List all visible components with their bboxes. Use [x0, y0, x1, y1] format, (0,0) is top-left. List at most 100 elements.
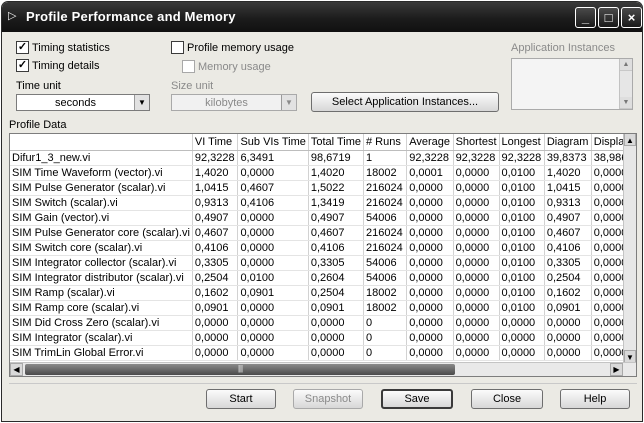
table-cell: 0,0000	[544, 345, 592, 361]
scroll-down-icon[interactable]: ▼	[620, 97, 632, 109]
title-bar[interactable]: ▷ Profile Performance and Memory _ □ ×	[2, 2, 642, 32]
vertical-scrollbar[interactable]: ▲ ▼	[623, 134, 636, 363]
column-header-diagram[interactable]: Diagram	[544, 134, 592, 151]
table-cell: 98,6719	[308, 150, 365, 166]
table-row[interactable]: SIM Time Waveform (vector).vi 1,4020 0,000…	[10, 165, 636, 181]
chevron-down-icon: ▼	[281, 95, 296, 110]
table-cell: 0,4907	[544, 210, 592, 226]
table-cell: 0,0000	[453, 285, 500, 301]
time-unit-value: seconds	[55, 96, 96, 109]
scroll-up-icon[interactable]: ▲	[620, 59, 632, 71]
table-cell: 0,0100	[499, 285, 545, 301]
window-icon: ▷	[8, 10, 17, 22]
size-unit-select[interactable]: kilobytes ▼	[171, 94, 297, 111]
table-cell: 1	[363, 150, 408, 166]
window-title: Profile Performance and Memory	[26, 9, 236, 24]
table-cell: 54006	[363, 270, 408, 286]
table-cell: 0,0000	[406, 285, 454, 301]
table-cell: 0,0100	[499, 165, 545, 181]
table-row[interactable]: SIM Ramp core (scalar).vi 0,0901 0,0000 0,0…	[10, 300, 636, 316]
table-cell: 0,0000	[453, 225, 500, 241]
table-cell: 0,2504	[308, 285, 365, 301]
table-row[interactable]: SIM TrimLin Global Error.vi 0,0000 0,0000 0…	[10, 345, 636, 361]
column-header-vi-time[interactable]: VI Time	[192, 134, 239, 151]
table-cell: 92,3228	[499, 150, 545, 166]
table-cell: 1,5022	[308, 180, 365, 196]
table-cell: 0,0000	[406, 180, 454, 196]
column-header-sub-vis-time[interactable]: Sub VIs Time	[237, 134, 309, 151]
application-instances-list[interactable]: ▲ ▼	[511, 58, 633, 110]
vi-name-cell: SIM Did Cross Zero (scalar).vi	[10, 315, 193, 331]
help-button[interactable]: Help	[560, 389, 630, 409]
vi-name-cell: SIM Integrator (scalar).vi	[10, 330, 193, 346]
column-header-average[interactable]: Average	[406, 134, 454, 151]
scrollbar-thumb[interactable]: ||||	[25, 364, 455, 375]
profile-memory-usage-label: Profile memory usage	[187, 41, 294, 54]
table-cell: 0,0000	[237, 315, 309, 331]
maximize-button[interactable]: □	[598, 7, 619, 28]
table-cell: 0,0000	[308, 330, 365, 346]
table-cell: 0,0000	[406, 195, 454, 211]
table-cell: 0,0000	[406, 330, 454, 346]
profile-memory-usage-checkbox[interactable]: Profile memory usage	[171, 41, 294, 54]
table-cell: 54006	[363, 210, 408, 226]
minimize-button[interactable]: _	[575, 7, 596, 28]
select-application-instances-button[interactable]: Select Application Instances...	[311, 92, 499, 112]
table-cell: 0,9313	[192, 195, 239, 211]
table-row[interactable]: SIM Ramp (scalar).vi 0,1602 0,0901 0,2504 18…	[10, 285, 636, 301]
memory-usage-checkbox[interactable]: Memory usage	[182, 60, 271, 73]
table-row[interactable]: SIM Pulse Generator (scalar).vi 1,0415 0,4…	[10, 180, 636, 196]
table-row[interactable]: SIM Integrator distributor (scalar).vi 0,…	[10, 270, 636, 286]
table-cell: 92,3228	[453, 150, 500, 166]
table-cell: 0,0000	[192, 315, 239, 331]
scroll-right-icon[interactable]: ▶	[610, 363, 623, 376]
table-row[interactable]: SIM Did Cross Zero (scalar).vi 0,0000 0,00…	[10, 315, 636, 331]
close-window-button[interactable]: ×	[621, 7, 642, 28]
table-cell: 0,0000	[453, 255, 500, 271]
vi-name-cell: SIM Pulse Generator (scalar).vi	[10, 180, 193, 196]
table-cell: 0,0000	[308, 315, 365, 331]
table-cell: 6,3491	[237, 150, 309, 166]
vi-name-cell: Difur1_3_new.vi	[10, 150, 193, 166]
column-header-longest[interactable]: Longest	[499, 134, 545, 151]
table-row[interactable]: SIM Integrator collector (scalar).vi 0,33…	[10, 255, 636, 271]
table-row[interactable]: Difur1_3_new.vi 92,3228 6,3491 98,6719 1 92,3…	[10, 150, 636, 166]
application-instances-scrollbar[interactable]: ▲ ▼	[619, 59, 632, 109]
time-unit-select[interactable]: seconds ▼	[16, 94, 150, 111]
table-row[interactable]: SIM Switch (scalar).vi 0,9313 0,4106 1,3419…	[10, 195, 636, 211]
table-row[interactable]: SIM Switch core (scalar).vi 0,4106 0,0000 0…	[10, 240, 636, 256]
column-header-runs[interactable]: # Runs	[363, 134, 408, 151]
table-cell: 216024	[363, 195, 408, 211]
table-cell: 0,0000	[237, 240, 309, 256]
table-cell: 216024	[363, 180, 408, 196]
column-header-total-time[interactable]: Total Time	[308, 134, 365, 151]
table-cell: 0,3305	[308, 255, 365, 271]
column-header-name[interactable]	[10, 134, 193, 151]
close-button[interactable]: Close	[471, 389, 543, 409]
table-cell: 0,1602	[192, 285, 239, 301]
scroll-left-icon[interactable]: ◀	[10, 363, 23, 376]
scroll-up-icon[interactable]: ▲	[624, 134, 636, 146]
table-row[interactable]: SIM Pulse Generator core (scalar).vi 0,46…	[10, 225, 636, 241]
table-row[interactable]: SIM Gain (vector).vi 0,4907 0,0000 0,4907 54…	[10, 210, 636, 226]
horizontal-scrollbar[interactable]: ◀ |||| ▶	[10, 362, 636, 376]
table-cell: 18002	[363, 285, 408, 301]
column-header-shortest[interactable]: Shortest	[453, 134, 500, 151]
timing-details-checkbox[interactable]: ✓ Timing details	[16, 59, 99, 72]
table-cell: 0,4607	[544, 225, 592, 241]
timing-statistics-checkbox[interactable]: ✓ Timing statistics	[16, 41, 110, 54]
table-cell: 0,0100	[499, 210, 545, 226]
table-row[interactable]: SIM Integrator (scalar).vi 0,0000 0,0000 0,…	[10, 330, 636, 346]
table-cell: 216024	[363, 240, 408, 256]
table-cell: 0,0000	[237, 330, 309, 346]
table-cell: 0,0901	[308, 300, 365, 316]
table-cell: 18002	[363, 300, 408, 316]
table-cell: 0,0000	[237, 225, 309, 241]
profile-data-table[interactable]: VI Time Sub VIs Time Total Time # Runs A…	[9, 133, 637, 377]
vi-name-cell: SIM Ramp core (scalar).vi	[10, 300, 193, 316]
table-cell: 1,4020	[308, 165, 365, 181]
snapshot-button[interactable]: Snapshot	[293, 389, 363, 409]
checkbox-check-icon: ✓	[16, 59, 29, 72]
save-button[interactable]: Save	[381, 389, 453, 409]
start-button[interactable]: Start	[206, 389, 276, 409]
